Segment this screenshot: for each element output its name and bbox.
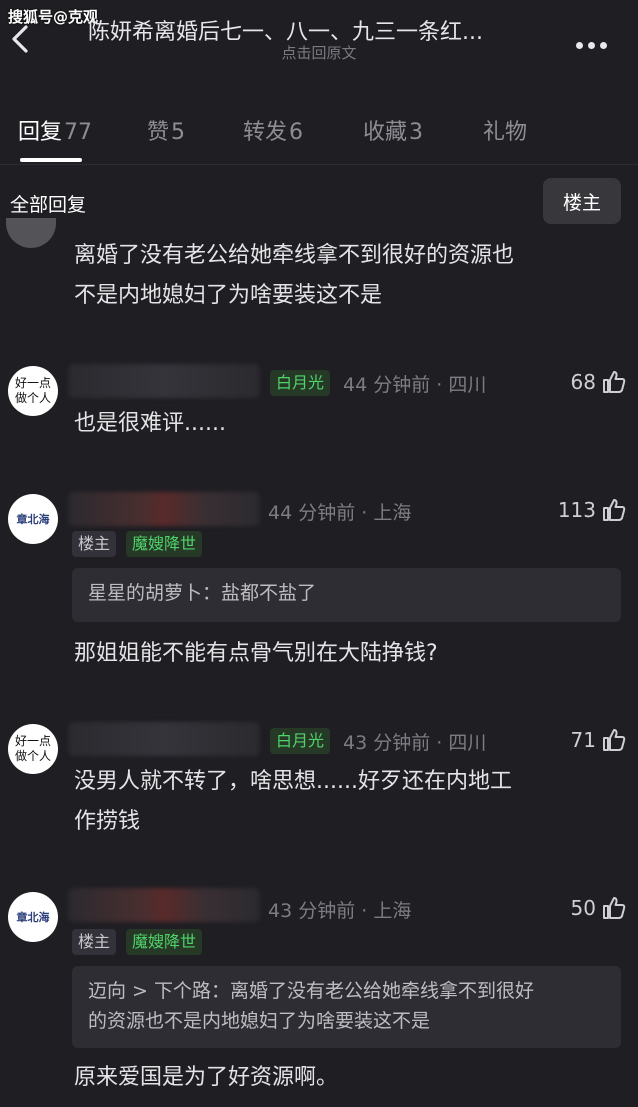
tab-label: 赞 <box>147 120 170 145</box>
avatar[interactable]: 好一点 做个人 <box>8 724 58 774</box>
divider <box>0 164 638 165</box>
quoted-user[interactable]: 星星的胡萝卜： <box>88 582 221 604</box>
comment-meta: 44 分钟前 · 上海 <box>268 502 412 524</box>
op-only-button[interactable]: 楼主 <box>543 178 621 224</box>
avatar-text: 好一点 做个人 <box>14 734 51 763</box>
back-to-original-link[interactable]: 点击回原文 <box>0 42 638 63</box>
comment-text: 离婚了没有老公给她牵线拿不到很好的资源也 不是内地媳妇了为啥要装这不是 <box>74 236 514 316</box>
user-badge: 白月光 <box>270 370 331 396</box>
like-count: 68 <box>570 370 596 394</box>
more-dots-icon[interactable] <box>576 34 616 49</box>
tab-count: 6 <box>289 120 304 145</box>
tab-reposts[interactable]: 转发6 <box>243 114 303 146</box>
comment-meta: 43 分钟前 · 上海 <box>268 900 412 922</box>
op-tag: 楼主 <box>72 929 117 955</box>
comment-line: 没男人就不转了，啥思想......好歹还在内地工 <box>74 769 512 794</box>
blurred-username[interactable] <box>68 888 260 922</box>
comment-line: 不是内地媳妇了为啥要装这不是 <box>74 283 383 308</box>
avatar[interactable]: 章北海 <box>8 892 58 942</box>
quoted-text: 盐都不盐了 <box>221 582 317 604</box>
like-count: 50 <box>570 896 596 920</box>
comment-line: 那姐姐能不能有点骨气别在大陆挣钱? <box>74 641 438 666</box>
avatar[interactable]: 章北海 <box>8 494 58 544</box>
avatar-text: 好一点 做个人 <box>14 376 51 405</box>
user-badge: 白月光 <box>270 728 331 754</box>
like-button[interactable]: 71 <box>548 726 628 754</box>
comment-line: 作捞钱 <box>74 809 141 834</box>
quoted-text: 的资源也不是内地媳妇了为啥要装这不是 <box>88 1010 431 1032</box>
like-count: 113 <box>557 498 596 522</box>
comment-text: 也是很难评...... <box>74 404 226 444</box>
tab-gifts[interactable]: 礼物 <box>483 114 527 146</box>
blurred-username[interactable] <box>68 722 260 756</box>
blurred-username[interactable] <box>68 492 260 526</box>
comment-line: 离婚了没有老公给她牵线拿不到很好的资源也 <box>74 243 515 268</box>
comment-text: 没男人就不转了，啥思想......好歹还在内地工 作捞钱 <box>74 762 512 842</box>
tab-count: 77 <box>64 120 93 145</box>
thumbs-up-icon <box>603 371 626 393</box>
quoted-reply[interactable]: 迈向 > 下个路：离婚了没有老公给她牵线拿不到很好 的资源也不是内地媳妇了为啥要… <box>72 966 621 1048</box>
comment-line: 也是很难评...... <box>74 411 226 436</box>
tab-label: 转发 <box>243 120 288 145</box>
tab-likes[interactable]: 赞5 <box>147 114 185 146</box>
comment-line: 原来爱国是为了好资源啊。 <box>74 1065 339 1090</box>
blurred-username[interactable] <box>68 364 260 398</box>
user-badge: 魔嫂降世 <box>126 929 203 955</box>
comment-text: 那姐姐能不能有点骨气别在大陆挣钱? <box>74 634 438 674</box>
avatar-text: 章北海 <box>16 910 50 924</box>
like-button[interactable]: 113 <box>548 496 628 524</box>
avatar[interactable]: 好一点 做个人 <box>8 366 58 416</box>
user-badge: 魔嫂降世 <box>126 531 203 557</box>
tab-bar: 回复77 赞5 转发6 收藏3 礼物 <box>0 110 638 166</box>
tab-label: 收藏 <box>363 120 408 145</box>
comment-meta: 43 分钟前 · 四川 <box>343 732 487 754</box>
avatar-text: 章北海 <box>16 512 50 526</box>
comment-meta: 44 分钟前 · 四川 <box>343 374 487 396</box>
tab-replies[interactable]: 回复77 <box>18 114 92 146</box>
tab-count: 5 <box>171 120 186 145</box>
thumbs-up-icon <box>603 729 626 751</box>
quoted-text: 离婚了没有老公给她牵线拿不到很好 <box>230 980 535 1002</box>
tab-label: 礼物 <box>483 120 528 145</box>
op-tag: 楼主 <box>72 531 117 557</box>
active-tab-indicator <box>20 158 82 162</box>
avatar[interactable] <box>6 218 56 248</box>
like-count: 71 <box>570 728 596 752</box>
all-replies-label[interactable]: 全部回复 <box>10 190 86 217</box>
like-button[interactable]: 68 <box>548 368 628 396</box>
tab-count: 3 <box>409 120 424 145</box>
thumbs-up-icon <box>603 897 626 919</box>
tab-favorites[interactable]: 收藏3 <box>363 114 423 146</box>
quoted-reply[interactable]: 星星的胡萝卜：盐都不盐了 <box>72 568 621 622</box>
quoted-user[interactable]: 迈向 > 下个路： <box>88 980 230 1002</box>
like-button[interactable]: 50 <box>548 894 628 922</box>
comment-text: 原来爱国是为了好资源啊。 <box>74 1058 338 1098</box>
top-bar: 陈妍希离婚后七一、八一、九三一条红... 点击回原文 <box>0 0 638 78</box>
thumbs-up-icon <box>603 499 626 521</box>
tab-label: 回复 <box>18 120 63 145</box>
